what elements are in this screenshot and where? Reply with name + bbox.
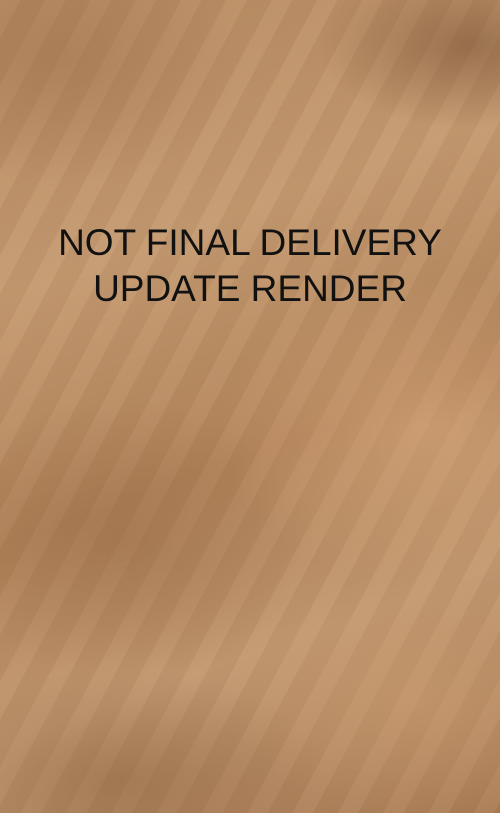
watermark-message: NOT FINAL DELIVERY UPDATE RENDER (0, 220, 500, 312)
message-line-2: UPDATE RENDER (93, 268, 407, 309)
placeholder-image: NOT FINAL DELIVERY UPDATE RENDER (0, 0, 500, 813)
message-line-1: NOT FINAL DELIVERY (58, 222, 442, 263)
